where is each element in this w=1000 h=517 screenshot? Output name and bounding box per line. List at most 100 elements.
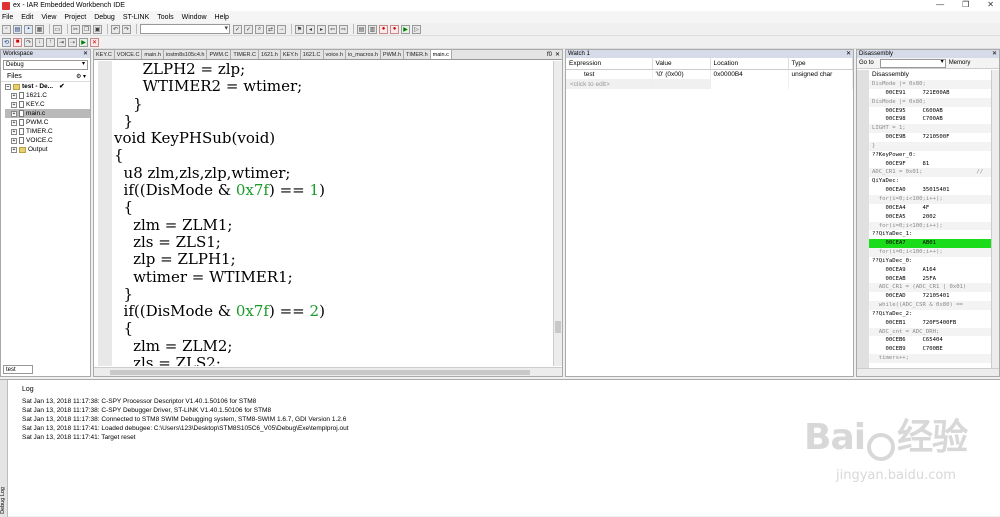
settings-icon[interactable]: ⚙ ▾ — [76, 72, 86, 82]
go-icon[interactable]: ▶ — [79, 37, 88, 47]
tree-item-file[interactable]: + VOICE.C — [5, 136, 90, 145]
log-side-tab[interactable]: Debug Log — [0, 380, 8, 517]
close-window-button[interactable]: ✕ — [987, 0, 994, 9]
goto-input[interactable] — [879, 58, 946, 68]
menu-view[interactable]: View — [41, 14, 56, 21]
tab-1621-h[interactable]: 1621.h — [259, 50, 281, 59]
expand-icon[interactable]: + — [11, 119, 17, 126]
expand-icon[interactable]: + — [11, 92, 17, 99]
tree-item-file[interactable]: + TIMER.C — [5, 127, 90, 136]
disassembly-vertical-scrollbar[interactable] — [991, 70, 999, 368]
menu-help[interactable]: Help — [215, 14, 229, 21]
menu-project[interactable]: Project — [64, 14, 86, 21]
navigate-forward-icon[interactable]: ⇨ — [339, 24, 348, 34]
memory-button[interactable]: Memory — [949, 60, 971, 66]
workspace-tab[interactable]: test — [3, 365, 33, 374]
tab-key-c[interactable]: KEY.C — [94, 50, 115, 59]
watch-expression[interactable]: test — [566, 69, 653, 79]
tab-io-macros-h[interactable]: io_macros.h — [346, 50, 381, 59]
close-icon[interactable]: ✕ — [83, 50, 88, 58]
stop-debugging-icon[interactable]: ✕ — [90, 37, 99, 47]
menu-st-link[interactable]: ST-LINK — [123, 14, 149, 21]
scrollbar-thumb[interactable] — [110, 370, 530, 375]
paste-icon[interactable]: ▣ — [93, 24, 102, 34]
print-icon[interactable]: ▭ — [53, 24, 62, 34]
code-area[interactable]: ZLPH2 = zlp; WTIMER2 = wtimer; } } void … — [98, 61, 552, 366]
menu-debug[interactable]: Debug — [94, 14, 115, 21]
open-file-icon[interactable]: ▤ — [13, 24, 22, 34]
redo-icon[interactable]: ↷ — [122, 24, 131, 34]
maximize-button[interactable]: ❐ — [962, 0, 969, 9]
column-header-type[interactable]: Type — [788, 58, 853, 70]
step-into-icon[interactable]: ↓ — [35, 37, 44, 47]
tab-timer-c[interactable]: TIMER.C — [231, 50, 260, 59]
stop-build-icon[interactable]: ● — [379, 24, 388, 34]
click-to-add-cell[interactable]: <click to edit> — [566, 79, 653, 89]
tab-1621-c[interactable]: 1621.C — [301, 50, 324, 59]
find-next-icon[interactable]: ✓ — [233, 24, 242, 34]
editor-horizontal-scrollbar[interactable] — [94, 367, 562, 376]
tree-item-project[interactable]: − test - De... ✔ — [5, 82, 90, 91]
find-prev-icon[interactable]: ✓ — [244, 24, 253, 34]
tree-item-file[interactable]: + KEY.C — [5, 100, 90, 109]
break-icon[interactable]: ■ — [13, 37, 22, 47]
minimize-button[interactable]: — — [936, 0, 944, 9]
step-over-icon[interactable]: ↷ — [24, 37, 33, 47]
disassembly-body[interactable]: Disassembly DisMode |= 0x80; 00CE91 721E… — [857, 70, 991, 368]
toggle-breakpoint-icon[interactable]: ● — [390, 24, 399, 34]
tab-main-c[interactable]: main.c — [430, 50, 452, 59]
tab-pwm-c[interactable]: PWM.C — [207, 50, 232, 59]
compile-icon[interactable]: ▤ — [357, 24, 366, 34]
tab-key-h[interactable]: KEY.h — [281, 50, 301, 59]
save-icon[interactable]: ▪ — [24, 24, 33, 34]
copy-icon[interactable]: ❐ — [82, 24, 91, 34]
next-statement-icon[interactable]: ⇥ — [57, 37, 66, 47]
column-header-value[interactable]: Value — [652, 58, 711, 70]
column-header-expression[interactable]: Expression — [566, 58, 653, 70]
disassembly-horizontal-scrollbar[interactable] — [857, 368, 999, 376]
tree-item-file[interactable]: + 1621.C — [5, 91, 90, 100]
download-debug-icon[interactable]: ▶ — [401, 24, 410, 34]
cut-icon[interactable]: ✂ — [71, 24, 80, 34]
run-to-cursor-icon[interactable]: ⇢ — [68, 37, 77, 47]
watch-row[interactable]: test '\0' (0x00) 0x0000B4 unsigned char — [566, 69, 853, 79]
expand-icon[interactable]: + — [11, 101, 17, 108]
close-tab-icon[interactable]: ✕ — [555, 50, 560, 60]
watch-value[interactable]: '\0' (0x00) — [652, 69, 711, 79]
tab-timer-h[interactable]: TIMER.h — [404, 50, 431, 59]
tab-iostm8s105c4-h[interactable]: iostm8s105c4.h — [164, 50, 208, 59]
goto-icon[interactable]: → — [277, 24, 286, 34]
expand-icon[interactable]: + — [11, 110, 17, 117]
collapse-icon[interactable]: − — [5, 83, 11, 90]
navigate-back-icon[interactable]: ⇦ — [328, 24, 337, 34]
tab-pwm-h[interactable]: PWM.h — [381, 50, 404, 59]
editor-vertical-scrollbar[interactable] — [553, 61, 562, 366]
menu-tools[interactable]: Tools — [157, 14, 173, 21]
next-bookmark-icon[interactable]: ▸ — [317, 24, 326, 34]
scrollbar-thumb[interactable] — [555, 321, 561, 333]
expand-icon[interactable]: + — [11, 128, 17, 135]
tab-voice-h[interactable]: voice.h — [324, 50, 346, 59]
debug-without-download-icon[interactable]: ▷ — [412, 24, 421, 34]
tree-item-file[interactable]: + PWM.C — [5, 118, 90, 127]
watch-add-row[interactable]: <click to edit> — [566, 79, 853, 89]
reset-icon[interactable]: ⟲ — [2, 37, 11, 47]
tree-item-folder[interactable]: + Output — [5, 145, 90, 154]
menu-window[interactable]: Window — [182, 14, 207, 21]
tab-voice-c[interactable]: VOICE.C — [115, 50, 143, 59]
expand-icon[interactable]: + — [11, 146, 17, 153]
find-combo[interactable] — [140, 24, 230, 34]
replace-icon[interactable]: ⇄ — [266, 24, 275, 34]
prev-bookmark-icon[interactable]: ◂ — [306, 24, 315, 34]
column-header-location[interactable]: Location — [710, 58, 789, 70]
step-out-icon[interactable]: ↑ — [46, 37, 55, 47]
tab-main-h[interactable]: main.h — [142, 50, 164, 59]
find-icon[interactable]: ⌕ — [255, 24, 264, 34]
new-file-icon[interactable]: ▫ — [2, 24, 11, 34]
save-all-icon[interactable]: ▦ — [35, 24, 44, 34]
toggle-bookmark-icon[interactable]: ⚑ — [295, 24, 304, 34]
expand-icon[interactable]: + — [11, 137, 17, 144]
tree-item-file-selected[interactable]: + main.c — [5, 109, 90, 118]
menu-file[interactable]: File — [2, 14, 13, 21]
configuration-select[interactable]: Debug — [3, 60, 88, 70]
